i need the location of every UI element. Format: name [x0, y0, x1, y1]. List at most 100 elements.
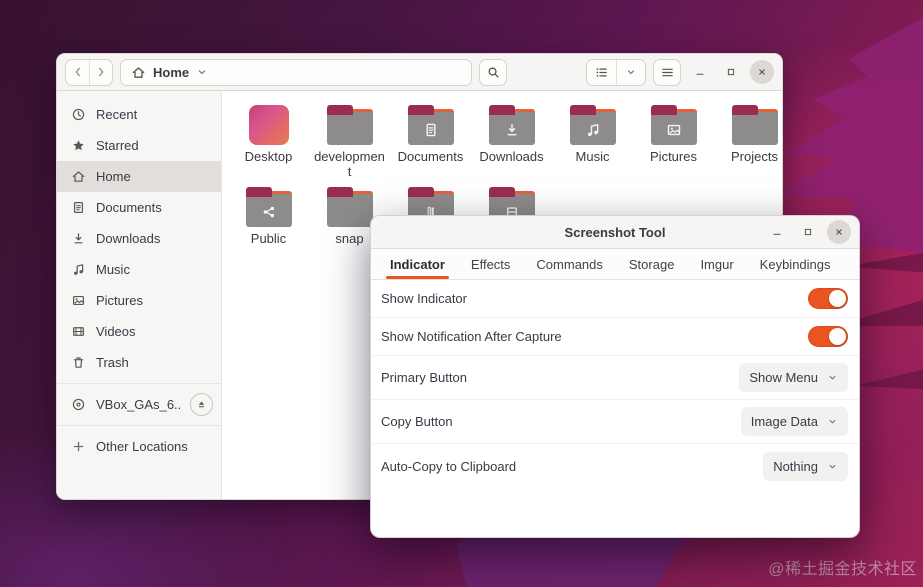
- sidebar-item-other-locations[interactable]: Other Locations: [57, 431, 221, 462]
- dialog-titlebar[interactable]: Screenshot Tool: [371, 216, 859, 249]
- show-notification-toggle[interactable]: [808, 326, 848, 347]
- setting-row-copy-button: Copy Button Image Data: [371, 400, 859, 444]
- sidebar-item-label: Home: [96, 169, 131, 184]
- maximize-icon: [725, 66, 737, 78]
- sidebar-item-recent[interactable]: Recent: [57, 99, 221, 130]
- setting-row-show-indicator: Show Indicator: [371, 280, 859, 318]
- folder-icon: [326, 105, 373, 145]
- plus-icon: [71, 439, 86, 454]
- path-bar[interactable]: Home: [120, 58, 472, 86]
- folder-desktop[interactable]: Desktop: [228, 99, 309, 179]
- tab-effects[interactable]: Effects: [458, 249, 524, 279]
- chevron-down-icon: [827, 372, 838, 383]
- maximize-icon: [802, 226, 814, 238]
- close-button[interactable]: [750, 60, 774, 84]
- picture-icon: [71, 293, 86, 308]
- maximize-button[interactable]: [719, 60, 743, 84]
- show-indicator-toggle[interactable]: [808, 288, 848, 309]
- tab-commands[interactable]: Commands: [523, 249, 615, 279]
- clock-icon: [71, 107, 86, 122]
- copy-button-dropdown[interactable]: Image Data: [740, 407, 848, 436]
- sidebar-item-videos[interactable]: Videos: [57, 316, 221, 347]
- minimize-button[interactable]: [688, 60, 712, 84]
- setting-label: Primary Button: [381, 370, 467, 385]
- picture-emblem-icon: [667, 124, 680, 136]
- folder-projects[interactable]: Projects: [714, 99, 782, 179]
- folder-pictures[interactable]: Pictures: [633, 99, 714, 179]
- dropdown-value: Nothing: [773, 458, 818, 474]
- search-icon: [486, 65, 501, 80]
- folder-label: Documents: [397, 149, 464, 164]
- sidebar-item-music[interactable]: Music: [57, 254, 221, 285]
- primary-button-dropdown[interactable]: Show Menu: [739, 363, 848, 392]
- folder-label: snap: [335, 231, 364, 247]
- download-emblem-icon: [506, 123, 517, 136]
- folder-music[interactable]: Music: [552, 99, 633, 179]
- dialog-minimize-button[interactable]: [765, 220, 789, 244]
- list-view-icon: [594, 65, 609, 80]
- folder-development[interactable]: development: [309, 99, 390, 179]
- sidebar-item-label: Recent: [96, 107, 138, 122]
- view-switcher: [586, 58, 646, 86]
- files-headerbar[interactable]: Home: [57, 54, 782, 91]
- music-note-icon: [71, 262, 86, 277]
- history-nav: [65, 58, 113, 86]
- tab-indicator[interactable]: Indicator: [377, 249, 458, 279]
- minimize-icon: [694, 66, 706, 78]
- sidebar-item-trash[interactable]: Trash: [57, 347, 221, 378]
- folder-label: Pictures: [650, 149, 697, 164]
- minimize-icon: [771, 226, 783, 238]
- tab-storage[interactable]: Storage: [616, 249, 688, 279]
- setting-row-auto-copy: Auto-Copy to Clipboard Nothing: [371, 444, 859, 488]
- folder-label: Projects: [731, 149, 778, 164]
- menu-button[interactable]: [653, 58, 681, 86]
- sidebar-item-starred[interactable]: Starred: [57, 130, 221, 161]
- folder-documents[interactable]: Documents: [390, 99, 471, 179]
- dialog-close-button[interactable]: [827, 220, 851, 244]
- dropdown-value: Image Data: [750, 414, 818, 429]
- sidebar-item-label: Starred: [96, 138, 139, 153]
- document-icon: [71, 200, 86, 215]
- hamburger-icon: [660, 65, 675, 80]
- sidebar-item-label: Music: [96, 262, 130, 277]
- folder-public[interactable]: Public: [228, 181, 309, 247]
- desktop-gradient-icon: [248, 105, 289, 145]
- sidebar-item-downloads[interactable]: Downloads: [57, 223, 221, 254]
- sidebar-item-vbox-device[interactable]: VBox_GAs_6....: [57, 389, 221, 420]
- dialog-settings-list: Show Indicator Show Notification After C…: [371, 280, 859, 537]
- current-location: Home: [153, 64, 190, 80]
- folder-label: Music: [575, 149, 610, 164]
- list-view-button[interactable]: [587, 60, 616, 85]
- back-button[interactable]: [66, 60, 89, 85]
- chevron-down-icon: [625, 66, 637, 78]
- tab-imgur[interactable]: Imgur: [687, 249, 746, 279]
- chevron-right-icon: [94, 65, 108, 79]
- sidebar-item-label: Trash: [96, 355, 129, 370]
- document-emblem-icon: [425, 123, 436, 137]
- share-emblem-icon: [263, 206, 274, 218]
- folder-label: development: [314, 149, 385, 179]
- auto-copy-dropdown[interactable]: Nothing: [763, 451, 848, 481]
- folder-downloads[interactable]: Downloads: [471, 99, 552, 179]
- close-icon: [756, 66, 768, 78]
- disc-icon: [71, 397, 86, 412]
- sidebar-item-label: Videos: [96, 324, 136, 339]
- eject-button[interactable]: [190, 393, 213, 416]
- view-options-button[interactable]: [616, 59, 645, 85]
- search-button[interactable]: [479, 58, 507, 86]
- dropdown-value: Show Menu: [749, 370, 818, 385]
- tab-keybindings[interactable]: Keybindings: [747, 249, 844, 279]
- sidebar-item-pictures[interactable]: Pictures: [57, 285, 221, 316]
- sidebar-item-home[interactable]: Home: [57, 161, 221, 192]
- sidebar-item-documents[interactable]: Documents: [57, 192, 221, 223]
- setting-label: Show Indicator: [381, 291, 467, 306]
- trash-icon: [71, 355, 86, 370]
- forward-button[interactable]: [89, 59, 112, 85]
- folder-icon: [407, 105, 454, 145]
- chevron-down-icon[interactable]: [196, 66, 208, 78]
- folder-icon: [245, 187, 292, 228]
- dialog-maximize-button[interactable]: [796, 220, 820, 244]
- sidebar-separator: [57, 383, 221, 384]
- watermark-text: @稀土掘金技术社区: [768, 561, 917, 578]
- folder-icon: [326, 187, 373, 228]
